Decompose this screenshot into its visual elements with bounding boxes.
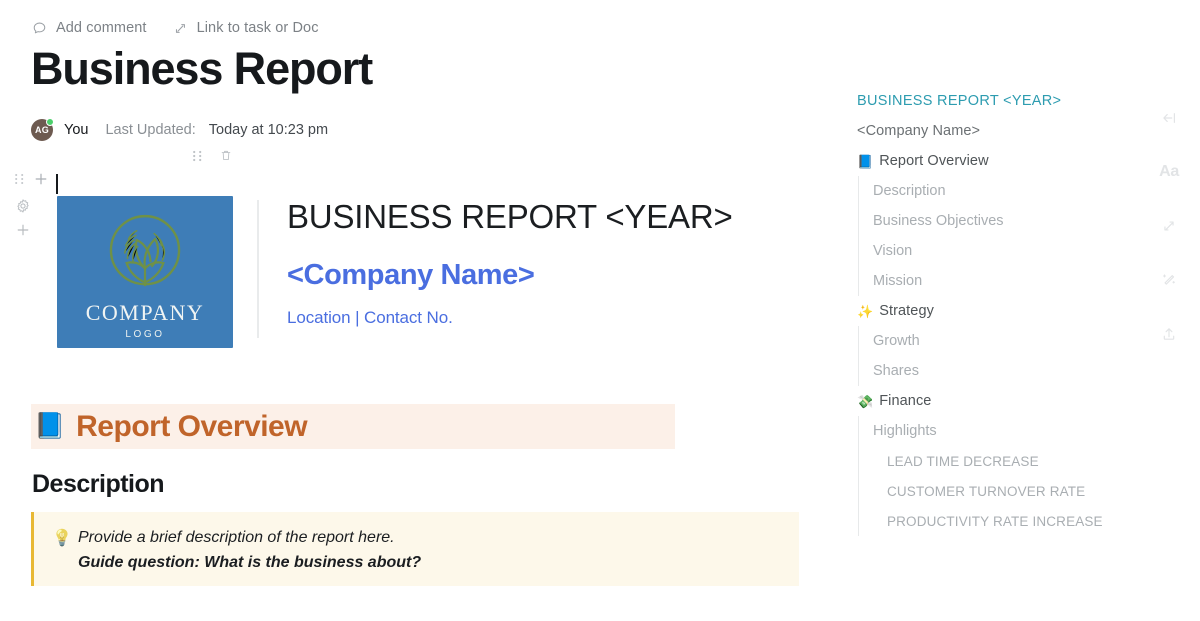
company-name-heading[interactable]: <Company Name>: [287, 259, 733, 292]
font-settings-label: Aa: [1159, 163, 1179, 180]
section-heading-label: Report Overview: [76, 409, 308, 443]
author-label: You: [64, 122, 89, 138]
hero-text-column: BUSINESS REPORT <YEAR> <Company Name> Lo…: [287, 196, 733, 348]
outline-item[interactable]: Mission: [858, 266, 1132, 296]
outline-item[interactable]: BUSINESS REPORT <YEAR>: [857, 86, 1132, 116]
outline-item[interactable]: Description: [858, 176, 1132, 206]
logo-sub-text: LOGO: [125, 329, 165, 340]
link-to-task-button[interactable]: Link to task or Doc: [173, 20, 319, 36]
outline-item-label: Report Overview: [879, 153, 989, 169]
company-logo-image[interactable]: COMPANY LOGO: [57, 196, 233, 348]
lightbulb-emoji-icon: 💡: [52, 530, 72, 547]
text-caret: [56, 174, 58, 194]
outline-item[interactable]: 💸 Finance: [857, 386, 1132, 416]
right-rail-toolbar: Aa: [1156, 105, 1182, 347]
outline-item[interactable]: LEAD TIME DECREASE: [858, 446, 1132, 476]
outline-item[interactable]: Highlights: [858, 416, 1132, 446]
outline-item-emoji-icon: ✨: [857, 303, 874, 319]
doc-meta: AG You Last Updated: Today at 10:23 pm: [31, 118, 328, 142]
outline-item-label: BUSINESS REPORT <YEAR>: [857, 93, 1062, 109]
leaf-circle-emblem-icon: [109, 214, 181, 287]
outline-item-label: <Company Name>: [857, 123, 981, 139]
report-hero-block: COMPANY LOGO BUSINESS REPORT <YEAR> <Com…: [57, 196, 733, 348]
outline-item[interactable]: 📘 Report Overview: [857, 146, 1132, 176]
link-arrow-icon: [173, 21, 188, 36]
outline-item[interactable]: CUSTOMER TURNOVER RATE: [858, 476, 1132, 506]
trash-icon[interactable]: [219, 148, 233, 168]
link-to-task-label: Link to task or Doc: [196, 20, 319, 36]
outline-item[interactable]: PRODUCTIVITY RATE INCREASE: [858, 506, 1132, 536]
doc-action-bar: Add comment Link to task or Doc: [32, 16, 319, 40]
outline-item-emoji-icon: 📘: [857, 153, 874, 169]
last-updated-label: Last Updated:: [105, 122, 196, 138]
outline-item[interactable]: Shares: [858, 356, 1132, 386]
drag-handle-icon[interactable]: [192, 149, 203, 168]
callout-line-2: Guide question: What is the business abo…: [78, 554, 422, 571]
presence-indicator: [46, 118, 54, 126]
report-heading[interactable]: BUSINESS REPORT <YEAR>: [287, 198, 733, 236]
section-heading-report-overview[interactable]: 📘 Report Overview: [31, 404, 675, 449]
outline-item-emoji-icon: 💸: [857, 393, 874, 409]
doc-page: Add comment Link to task or Doc Business…: [0, 0, 1200, 621]
relationships-icon[interactable]: [1156, 213, 1182, 239]
page-title[interactable]: Business Report: [31, 44, 373, 94]
outline-item[interactable]: Business Objectives: [858, 206, 1132, 236]
hero-divider: [257, 200, 259, 338]
avatar[interactable]: AG: [31, 118, 54, 141]
block-hover-controls: [192, 148, 233, 168]
left-gutter-controls: [14, 171, 58, 191]
logo-company-text: COMPANY: [85, 300, 205, 325]
outline-item[interactable]: ✨ Strategy: [857, 296, 1132, 326]
outline-item[interactable]: Growth: [858, 326, 1132, 356]
magic-wand-icon[interactable]: [1156, 267, 1182, 293]
share-upload-icon[interactable]: [1156, 321, 1182, 347]
description-callout[interactable]: 💡 Provide a brief description of the rep…: [31, 512, 799, 586]
add-comment-label: Add comment: [56, 20, 147, 36]
subheading-description[interactable]: Description: [32, 470, 165, 499]
collapse-panel-icon[interactable]: [1156, 105, 1182, 131]
add-block-icon[interactable]: [33, 171, 49, 192]
callout-line-1: Provide a brief description of the repor…: [78, 529, 395, 546]
insert-block-icon[interactable]: [15, 222, 31, 243]
last-updated-value: Today at 10:23 pm: [208, 122, 329, 138]
outline-item-label: Strategy: [879, 303, 934, 319]
outline-item-label: Finance: [879, 393, 932, 409]
comment-bubble-icon: [32, 21, 47, 36]
add-comment-button[interactable]: Add comment: [32, 20, 147, 36]
block-drag-handle-icon[interactable]: [14, 172, 25, 191]
document-outline: BUSINESS REPORT <YEAR> <Company Name> 📘 Rep…: [857, 86, 1132, 536]
font-settings-button[interactable]: Aa: [1156, 159, 1182, 185]
contact-line[interactable]: Location | Contact No.: [287, 308, 733, 328]
outline-item[interactable]: <Company Name>: [857, 116, 1132, 146]
gear-icon[interactable]: [15, 198, 31, 219]
outline-item[interactable]: Vision: [858, 236, 1132, 266]
blue-book-emoji-icon: 📘: [34, 412, 66, 440]
